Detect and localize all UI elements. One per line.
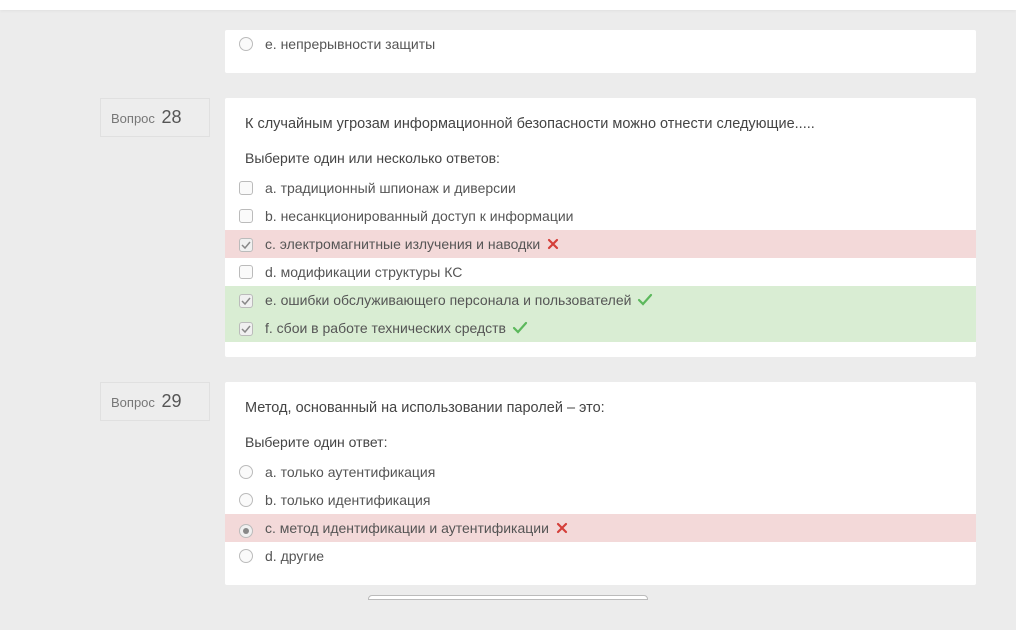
answer-label: c. метод идентификации и аутентификации [265, 520, 549, 536]
radio-input[interactable] [239, 549, 253, 563]
answer-option[interactable]: b. несанкционированный доступ к информац… [225, 202, 976, 230]
checkbox-input[interactable] [239, 265, 253, 279]
radio-input[interactable] [239, 493, 253, 507]
page-content: e. непрерывности защиты Вопрос 28 К случ… [0, 30, 1016, 630]
checkbox-input[interactable] [239, 293, 253, 307]
question-row-29: Вопрос 29 Метод, основанный на использов… [0, 382, 1016, 585]
answer-option[interactable]: a. традиционный шпионаж и диверсии [225, 174, 976, 202]
question-label: Вопрос [111, 395, 155, 410]
question-row-partial: e. непрерывности защиты [0, 30, 1016, 73]
checkbox-input[interactable] [239, 209, 253, 223]
answer-label: e. ошибки обслуживающего персонала и пол… [265, 292, 631, 308]
incorrect-icon [546, 237, 560, 251]
correct-icon [637, 293, 653, 307]
answer-prompt: Выберите один ответ: [225, 434, 976, 458]
checkbox-input[interactable] [239, 237, 253, 251]
checkbox-input[interactable] [239, 321, 253, 335]
answer-prompt: Выберите один или несколько ответов: [225, 150, 976, 174]
answer-label: a. только аутентификация [265, 464, 435, 480]
answer-option[interactable]: c. метод идентификации и аутентификации [225, 514, 976, 542]
partial-dialog-top [0, 595, 1016, 600]
question-label: Вопрос [111, 111, 155, 126]
question-number-box: Вопрос 29 [100, 382, 210, 421]
answer-option[interactable]: f. сбои в работе технических средств [225, 314, 976, 342]
radio-input[interactable] [239, 37, 253, 51]
top-header-bar [0, 0, 1016, 10]
radio-input[interactable] [239, 521, 253, 535]
answer-option[interactable]: e. непрерывности защиты [225, 30, 976, 58]
partial-dialog-border [368, 595, 648, 600]
question-number: 29 [162, 391, 182, 411]
question-body-partial: e. непрерывности защиты [225, 30, 976, 73]
answer-label: f. сбои в работе технических средств [265, 320, 506, 336]
answer-option[interactable]: d. другие [225, 542, 976, 570]
answer-label: c. электромагнитные излучения и наводки [265, 236, 540, 252]
answer-option[interactable]: e. ошибки обслуживающего персонала и пол… [225, 286, 976, 314]
radio-input[interactable] [239, 465, 253, 479]
question-body-28: К случайным угрозам информационной безоп… [225, 98, 976, 357]
question-row-28: Вопрос 28 К случайным угрозам информацио… [0, 98, 1016, 357]
checkbox-input[interactable] [239, 181, 253, 195]
answer-label: e. непрерывности защиты [265, 36, 435, 52]
question-body-29: Метод, основанный на использовании парол… [225, 382, 976, 585]
question-text: Метод, основанный на использовании парол… [225, 400, 976, 434]
answer-label: b. только идентификация [265, 492, 430, 508]
question-number-box: Вопрос 28 [100, 98, 210, 137]
answer-option[interactable]: d. модификации структуры КС [225, 258, 976, 286]
answer-option[interactable]: a. только аутентификация [225, 458, 976, 486]
answer-option[interactable]: b. только идентификация [225, 486, 976, 514]
question-number: 28 [162, 107, 182, 127]
answer-label: d. модификации структуры КС [265, 264, 462, 280]
correct-icon [512, 321, 528, 335]
answer-option[interactable]: c. электромагнитные излучения и наводки [225, 230, 976, 258]
incorrect-icon [555, 521, 569, 535]
answer-label: d. другие [265, 548, 324, 564]
answer-label: b. несанкционированный доступ к информац… [265, 208, 574, 224]
answer-label: a. традиционный шпионаж и диверсии [265, 180, 516, 196]
question-text: К случайным угрозам информационной безоп… [225, 116, 976, 150]
